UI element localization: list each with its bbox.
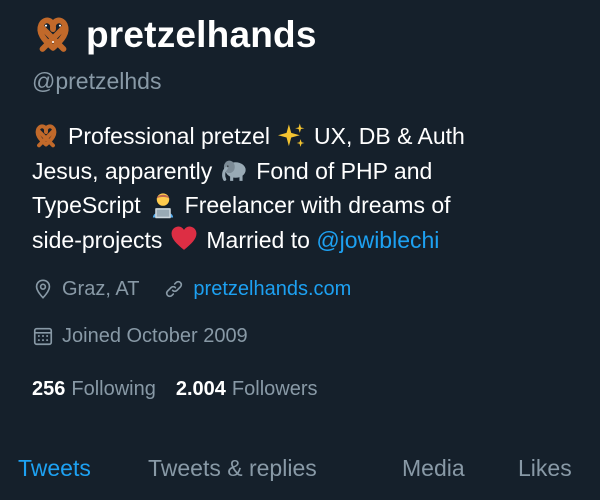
mention-link[interactable]: @jowiblechi xyxy=(316,227,439,253)
bio-text: UX, DB & Auth xyxy=(314,123,465,149)
tab-tweets[interactable]: Tweets xyxy=(18,449,91,487)
tab-tweets-and-replies[interactable]: Tweets & replies xyxy=(148,449,317,487)
bio: Professional pretzel UX, DB & Auth Jesus,… xyxy=(32,119,580,257)
sparkles-icon xyxy=(278,123,305,147)
location-pin-icon xyxy=(35,279,51,299)
joined-text: Joined October 2009 xyxy=(62,324,248,347)
following-count: 256 xyxy=(32,378,66,400)
following-link[interactable]: 256 Following xyxy=(32,374,156,404)
bio-text: Fond of PHP and xyxy=(256,157,433,184)
technologist-icon xyxy=(152,193,173,219)
profile-meta: Graz, AT pretzelhands.com xyxy=(32,274,580,304)
bio-text: Freelancer with dreams of xyxy=(184,192,451,218)
profile-tabs: Tweets Tweets & replies Media Likes xyxy=(0,449,600,489)
user-handle: @pretzelhds xyxy=(32,68,162,94)
pretzel-icon xyxy=(35,124,57,148)
following-label: Following xyxy=(71,378,156,400)
display-name: pretzelhands xyxy=(86,14,317,55)
tab-media[interactable]: Media xyxy=(402,449,465,487)
bio-text: TypeScript xyxy=(32,192,141,218)
followers-label: Followers xyxy=(231,378,318,400)
tab-likes[interactable]: Likes xyxy=(518,449,572,487)
calendar-icon xyxy=(33,327,53,346)
name-row: pretzelhands xyxy=(32,12,580,58)
bio-text: Jesus, apparently xyxy=(32,157,213,184)
followers-count: 2.004 xyxy=(175,378,226,400)
bio-text: Married to xyxy=(206,226,310,253)
link-icon xyxy=(166,280,183,298)
bio-text: Professional pretzel xyxy=(68,123,270,149)
pretzel-icon xyxy=(37,17,69,52)
joined: Joined October 2009 xyxy=(32,325,248,348)
website-link[interactable]: pretzelhands.com xyxy=(193,278,351,301)
bio-text: side-projects xyxy=(32,226,163,253)
followers-link[interactable]: 2.004 Followers xyxy=(176,374,318,404)
follow-stats: 256 Following 2.004 Followers xyxy=(32,374,580,404)
heart-icon xyxy=(171,226,197,251)
join-date: Joined October 2009 xyxy=(32,321,580,351)
elephant-icon xyxy=(222,161,246,182)
location: Graz, AT xyxy=(32,278,139,301)
location-text: Graz, AT xyxy=(62,277,140,300)
profile-header: pretzelhands @pretzelhds Professional pr… xyxy=(32,12,580,404)
website[interactable]: pretzelhands.com xyxy=(163,278,351,301)
